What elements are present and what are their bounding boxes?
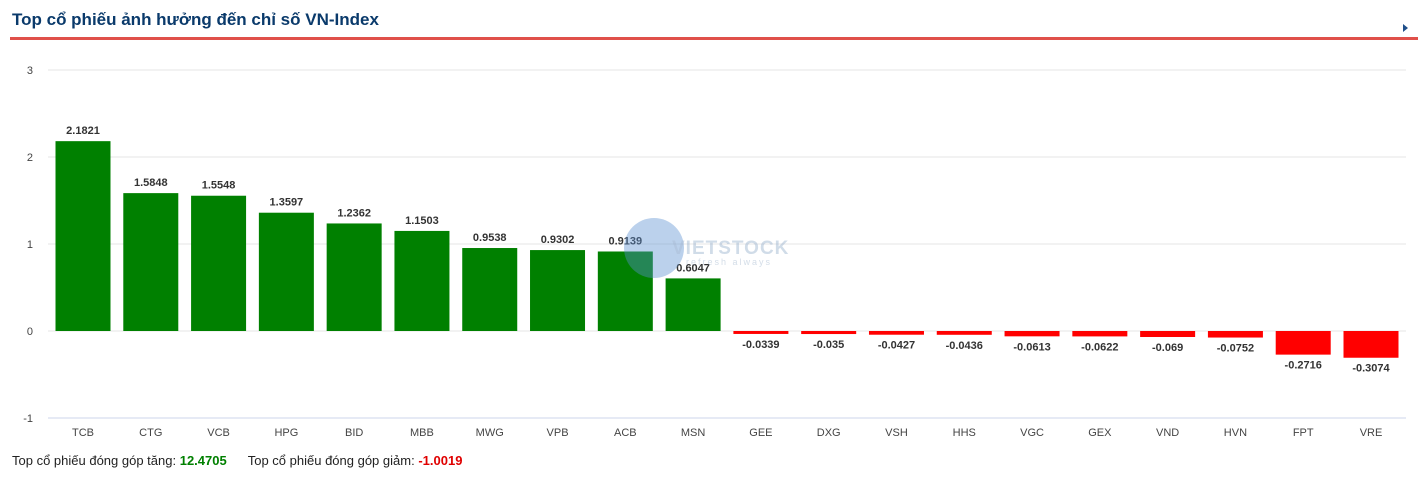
bar [55,141,111,331]
x-category-label: HHS [953,427,976,439]
data-label: -0.0622 [1081,341,1118,353]
bar [191,195,247,331]
bar [1140,331,1196,338]
bar [326,223,382,331]
x-category-label: VCB [207,427,230,439]
x-category-label: HVN [1224,427,1247,439]
x-category-label: DXG [817,427,841,439]
y-tick-label: 2 [27,152,33,164]
data-label: 0.9538 [473,232,507,244]
bar [530,250,586,331]
data-label: -0.069 [1152,342,1183,354]
contribution-bar-chart: -1 0 1 2 3 2.1821 TCB 1.5848 CTG 1.5548 VCB 1.3597 H… [23,65,1406,439]
data-label: -0.0613 [1013,341,1050,353]
title-divider [10,37,1418,40]
up-summary-value: 12.4705 [179,453,227,468]
data-label: -0.3074 [1352,363,1390,375]
bar [1275,331,1331,355]
data-label: 1.5548 [202,180,236,192]
y-tick-label: 3 [27,65,33,77]
data-label: 1.3597 [270,197,304,209]
bar [394,230,450,331]
contribution-summary: Top cổ phiếu đóng góp tăng: 12.4705 Top … [12,453,462,468]
x-category-label: CTG [139,427,162,439]
watermark-brand: VIETSTOCK [672,238,789,259]
x-category-label: GEE [749,427,772,439]
bar [801,331,857,335]
data-label: 1.5848 [134,177,168,189]
x-category-label: VSH [885,427,908,439]
data-label: -0.0339 [742,339,779,351]
y-tick-label: -1 [23,413,33,425]
page-title: Top cổ phiếu ảnh hưởng đến chỉ số VN-Ind… [12,10,379,29]
data-label: 2.1821 [66,125,100,137]
bar [868,331,924,335]
bar [1207,331,1263,338]
bar [733,331,789,334]
bar [1343,331,1399,358]
bar [258,212,314,331]
x-category-label: HPG [274,427,298,439]
x-category-label: TCB [72,427,94,439]
up-summary-label: Top cổ phiếu đóng góp tăng: [12,453,177,468]
x-category-label: VND [1156,427,1179,439]
bar [462,248,518,331]
data-label: 1.2362 [337,207,371,219]
x-category-label: MBB [410,427,434,439]
x-category-label: VRE [1360,427,1383,439]
bar [1004,331,1060,337]
bar [1072,331,1128,337]
x-category-label: FPT [1293,427,1314,439]
chart-header: Top cổ phiếu ảnh hưởng đến chỉ số VN-Ind… [0,0,1428,40]
data-label: -0.0752 [1217,343,1254,355]
data-label: 0.9302 [541,234,575,246]
data-label: -0.2716 [1285,360,1322,372]
bar [936,331,992,335]
y-tick-label: 0 [27,326,33,338]
x-category-label: ACB [614,427,637,439]
down-summary-label: Top cổ phiếu đóng góp giảm: [247,453,415,468]
bar [665,278,721,331]
x-category-label: MSN [681,427,706,439]
x-category-label: BID [345,427,363,439]
x-category-label: MWG [476,427,504,439]
bar [123,193,179,331]
x-category-label: VPB [547,427,569,439]
watermark-tagline: refresh always [686,257,772,267]
data-label: -0.035 [813,339,844,351]
x-category-label: GEX [1088,427,1112,439]
down-summary-value: -1.0019 [418,453,463,468]
x-category-label: VGC [1020,427,1044,439]
data-label: -0.0427 [878,340,915,352]
y-tick-label: 1 [27,239,33,251]
data-label: -0.0436 [946,340,983,352]
expand-arrow-icon[interactable] [1403,24,1408,32]
data-label: 1.1503 [405,215,439,227]
